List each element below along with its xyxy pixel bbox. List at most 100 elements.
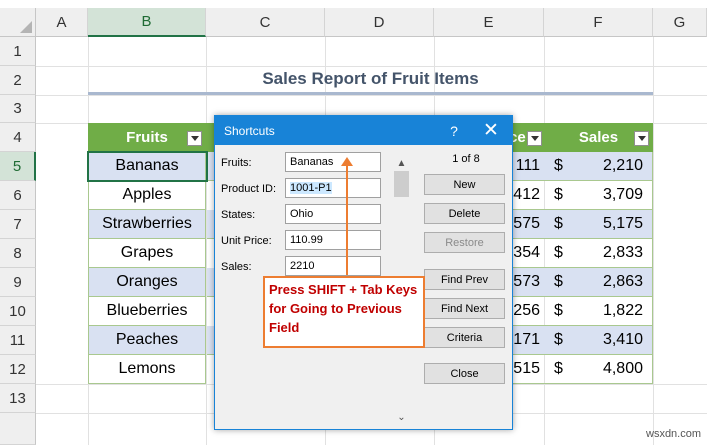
record-position: 1 of 8 — [452, 153, 480, 165]
restore-button[interactable]: Restore — [424, 232, 505, 253]
close-button[interactable]: Close — [424, 363, 505, 384]
sales-cell[interactable]: $2,863 — [544, 268, 653, 297]
row-header-2[interactable]: 2 — [0, 66, 36, 95]
find-next-button[interactable]: Find Next — [424, 298, 505, 319]
fruit-cell[interactable]: Blueberries — [88, 297, 206, 326]
row-header-5[interactable]: 5 — [0, 152, 36, 181]
find-prev-button[interactable]: Find Prev — [424, 269, 505, 290]
currency-symbol: $ — [554, 215, 563, 232]
scrollbar-thumb[interactable] — [394, 171, 409, 197]
row-header-12[interactable]: 12 — [0, 355, 36, 384]
cell-sliver — [207, 210, 214, 239]
product-id-field[interactable]: 1001-P1 — [285, 178, 381, 198]
select-all-corner[interactable] — [0, 8, 36, 37]
annotation-text-1: Press — [269, 282, 309, 297]
table-header-sales: Sales — [544, 123, 653, 152]
help-icon[interactable]: ? — [439, 116, 469, 145]
unit-price-field[interactable]: 110.99 — [285, 230, 381, 250]
filter-dropdown-icon[interactable] — [527, 131, 542, 146]
sales-value: 5,175 — [602, 215, 643, 232]
currency-symbol: $ — [554, 157, 563, 174]
column-header-d[interactable]: D — [325, 8, 434, 37]
sales-cell[interactable]: $5,175 — [544, 210, 653, 239]
chevron-down-icon[interactable]: ⌄ — [393, 410, 410, 424]
sales-cell[interactable]: $3,410 — [544, 326, 653, 355]
currency-symbol: $ — [554, 186, 563, 203]
row-header-9[interactable]: 9 — [0, 268, 36, 297]
column-header-b[interactable]: B — [88, 8, 206, 37]
cell-sliver — [207, 326, 214, 355]
sales-value: 1,822 — [602, 302, 643, 319]
row-header-13[interactable]: 13 — [0, 384, 36, 413]
gridline — [36, 95, 707, 96]
dialog-title: Shortcuts — [224, 123, 275, 138]
row-header-6[interactable]: 6 — [0, 181, 36, 210]
table-header-sales-label: Sales — [578, 129, 619, 146]
sales-value: 2,833 — [602, 244, 643, 261]
criteria-button[interactable]: Criteria — [424, 327, 505, 348]
active-cell-selection — [87, 151, 208, 182]
states-field[interactable]: Ohio — [285, 204, 381, 224]
row-header-11[interactable]: 11 — [0, 326, 36, 355]
sales-cell[interactable]: $2,210 — [544, 152, 653, 181]
column-header-e[interactable]: E — [434, 8, 544, 37]
currency-symbol: $ — [554, 302, 563, 319]
column-header-f[interactable]: F — [544, 8, 653, 37]
sales-cell[interactable]: $3,709 — [544, 181, 653, 210]
cell-sliver — [207, 268, 214, 297]
sales-value: 2,863 — [602, 273, 643, 290]
field-label-unit-price: Unit Price: — [221, 235, 272, 247]
fruit-cell[interactable]: Lemons — [88, 355, 206, 384]
row-header-7[interactable]: 7 — [0, 210, 36, 239]
sales-field[interactable]: 2210 — [285, 256, 381, 276]
row-header-1[interactable]: 1 — [0, 37, 36, 66]
fruit-cell[interactable]: Grapes — [88, 239, 206, 268]
row-header-8[interactable]: 8 — [0, 239, 36, 268]
fruit-cell[interactable]: Apples — [88, 181, 206, 210]
sales-value: 4,800 — [602, 360, 643, 377]
row-header-14[interactable] — [0, 413, 36, 445]
sales-value: 3,709 — [602, 186, 643, 203]
arrow-up-icon — [341, 157, 353, 166]
annotation-key: SHIFT — [308, 282, 346, 297]
column-header-a[interactable]: A — [36, 8, 88, 37]
row-header-10[interactable]: 10 — [0, 297, 36, 326]
sales-cell[interactable]: $2,833 — [544, 239, 653, 268]
field-label-states: States: — [221, 209, 256, 221]
sales-value: 3,410 — [602, 331, 643, 348]
top-strip — [0, 0, 707, 8]
field-label-sales: Sales: — [221, 261, 252, 273]
filter-dropdown-icon[interactable] — [634, 131, 649, 146]
currency-symbol: $ — [554, 331, 563, 348]
annotation-arrow — [346, 163, 348, 275]
annotation-callout: Press SHIFT + Tab Keys for Going to Prev… — [263, 276, 425, 348]
new-button[interactable]: New — [424, 174, 505, 195]
row-header-4[interactable]: 4 — [0, 123, 36, 152]
field-label-fruits: Fruits: — [221, 157, 252, 169]
row-header-3[interactable]: 3 — [0, 95, 36, 123]
fruit-cell[interactable]: Peaches — [88, 326, 206, 355]
fruits-field[interactable]: Bananas — [285, 152, 381, 172]
field-label-product-id: Product ID: — [221, 183, 277, 195]
sales-value: 2,210 — [602, 157, 643, 174]
column-header-c[interactable]: C — [206, 8, 325, 37]
currency-symbol: $ — [554, 244, 563, 261]
table-header-fruits: Fruits — [88, 123, 206, 152]
table-header-fruits-label: Fruits — [126, 129, 168, 146]
product-id-value: 1001-P1 — [290, 182, 332, 194]
chevron-up-icon[interactable]: ▲ — [393, 156, 410, 170]
fruit-cell[interactable]: Oranges — [88, 268, 206, 297]
table-header-hidden — [206, 123, 214, 152]
currency-symbol: $ — [554, 360, 563, 377]
report-title: Sales Report of Fruit Items — [262, 69, 479, 88]
column-header-g[interactable]: G — [653, 8, 707, 37]
currency-symbol: $ — [554, 273, 563, 290]
title-underline — [88, 92, 653, 95]
delete-button[interactable]: Delete — [424, 203, 505, 224]
fruit-cell[interactable]: Strawberries — [88, 210, 206, 239]
sales-cell[interactable]: $4,800 — [544, 355, 653, 384]
filter-dropdown-icon[interactable] — [187, 131, 202, 146]
close-icon[interactable]: ✕ — [473, 116, 509, 145]
sales-cell[interactable]: $1,822 — [544, 297, 653, 326]
cell-sliver — [207, 152, 214, 181]
